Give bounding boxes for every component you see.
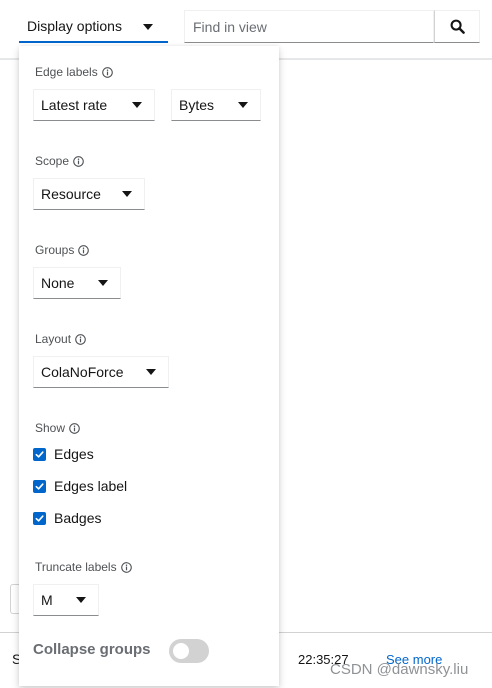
display-options-label: Display options: [27, 17, 122, 34]
info-circle-icon[interactable]: [78, 244, 90, 256]
find-in-view-input[interactable]: [184, 10, 434, 43]
display-options-panel: Edge labels Latest rate Bytes Scope Reso…: [19, 46, 279, 686]
show-edges-label-label: Edges label: [54, 478, 128, 494]
info-circle-icon[interactable]: [73, 155, 84, 167]
check-icon: [35, 482, 44, 490]
show-edges-checkbox[interactable]: Edges: [33, 446, 94, 462]
caret-down-icon: [238, 102, 248, 108]
truncate-labels-label: Truncate labels: [35, 560, 117, 574]
scope-label: Scope: [35, 154, 70, 168]
layout-value: ColaNoForce: [41, 364, 124, 380]
edge-labels-unit-value: Bytes: [179, 97, 215, 113]
scope-select[interactable]: Resource: [33, 178, 145, 210]
checkbox-checked[interactable]: [33, 511, 46, 525]
info-circle-icon[interactable]: [75, 333, 86, 345]
display-options-toggle[interactable]: Display options: [19, 10, 168, 43]
groups-label: Groups: [35, 243, 75, 257]
check-icon: [35, 450, 44, 458]
edge-labels-label: Edge labels: [35, 65, 98, 79]
checkbox-checked[interactable]: [33, 447, 46, 461]
layout-heading: Layout: [35, 332, 86, 346]
truncate-labels-value: M: [41, 592, 53, 608]
collapse-groups-toggle[interactable]: [169, 639, 209, 663]
edge-labels-heading: Edge labels: [35, 65, 113, 79]
info-circle-icon[interactable]: [101, 66, 113, 78]
watermark: CSDN @dawnsky.liu: [330, 661, 469, 678]
show-edges-label-checkbox[interactable]: Edges label: [33, 478, 127, 494]
topology-view: S 22:35:27 See more Display options Edge…: [0, 0, 492, 688]
check-icon: [35, 514, 44, 522]
caret-down-icon: [98, 280, 108, 286]
caret-down-icon: [132, 102, 142, 108]
groups-value: None: [41, 275, 75, 291]
toggle-knob: [173, 643, 189, 659]
truncate-labels-select[interactable]: M: [33, 584, 99, 616]
edge-labels-select[interactable]: Latest rate: [33, 89, 155, 121]
layout-label: Layout: [35, 332, 72, 346]
show-heading: Show: [35, 421, 80, 435]
caret-down-icon: [143, 24, 153, 30]
edge-labels-value: Latest rate: [41, 97, 108, 113]
show-badges-checkbox[interactable]: Badges: [33, 510, 101, 526]
find-search-button[interactable]: [434, 10, 480, 43]
search-icon: [450, 19, 465, 34]
show-badges-label: Badges: [54, 510, 102, 526]
layout-select[interactable]: ColaNoForce: [33, 356, 169, 388]
truncate-labels-heading: Truncate labels: [35, 560, 132, 574]
caret-down-icon: [122, 191, 132, 197]
show-edges-label: Edges: [54, 446, 94, 462]
caret-down-icon: [76, 597, 86, 603]
collapse-groups-label: Collapse groups: [33, 641, 151, 658]
info-circle-icon[interactable]: [120, 561, 132, 573]
caret-down-icon: [146, 369, 156, 375]
find-in-view: [184, 10, 480, 43]
checkbox-checked[interactable]: [33, 479, 46, 493]
edge-labels-unit-select[interactable]: Bytes: [171, 89, 261, 121]
scope-value: Resource: [41, 186, 101, 202]
info-circle-icon[interactable]: [69, 422, 80, 434]
groups-select[interactable]: None: [33, 267, 121, 299]
groups-heading: Groups: [35, 243, 90, 257]
show-label: Show: [35, 421, 66, 435]
scope-heading: Scope: [35, 154, 84, 168]
